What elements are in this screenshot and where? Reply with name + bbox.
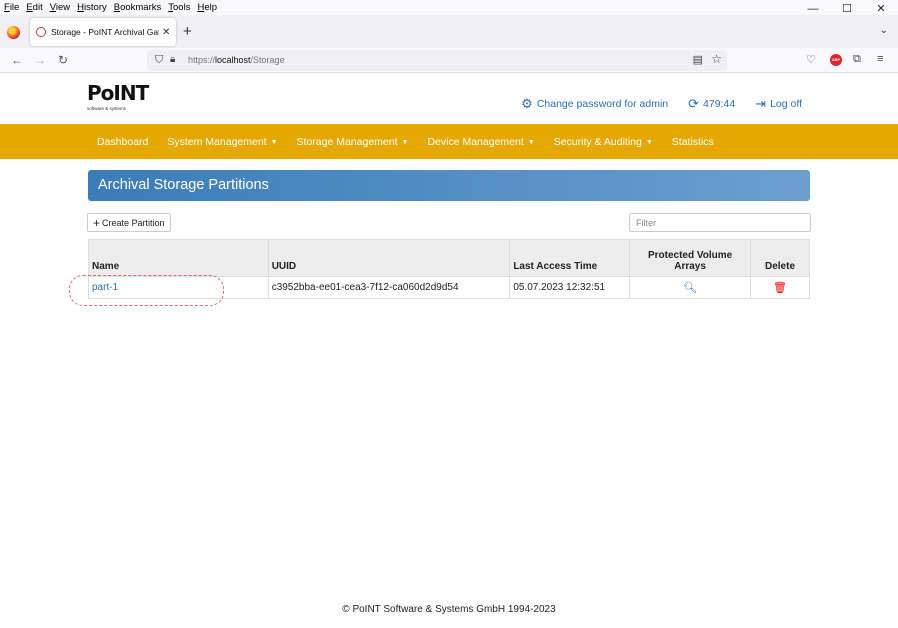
nav-security-auditing-label: Security & Auditing	[553, 135, 642, 148]
reader-view-icon[interactable]: ▤	[693, 53, 703, 66]
menu-help[interactable]: Help	[197, 2, 217, 13]
url-host: localhost	[215, 55, 251, 65]
col-header-uuid[interactable]: UUID	[267, 239, 511, 277]
menu-history[interactable]: History	[77, 2, 107, 13]
menu-file[interactable]: File	[4, 2, 19, 13]
menu-edit[interactable]: Edit	[26, 2, 42, 13]
firefox-icon[interactable]	[7, 26, 20, 39]
back-arrow-icon[interactable]: ←	[11, 52, 23, 68]
web-page: PoINT software & systems ⚙ Change passwo…	[0, 74, 898, 628]
header-links: ⚙ Change password for admin ⟳ 479:44 ⇥ L…	[501, 96, 802, 112]
caret-down-icon: ▼	[270, 138, 278, 146]
page-footer: © PoINT Software & Systems GmbH 1994-202…	[342, 604, 556, 615]
nav-device-management-label: Device Management	[427, 135, 524, 148]
cell-delete: 🗑︎	[750, 276, 810, 299]
refresh-icon: ⟳	[688, 96, 700, 111]
pva-line1: Protected Volume	[647, 250, 733, 261]
menu-edit-rest: dit	[32, 2, 43, 13]
point-logo[interactable]: PoINT software & systems	[87, 81, 149, 111]
logo-main: PoINT	[87, 81, 149, 105]
extensions-icon[interactable]: ⧉	[853, 53, 861, 66]
caret-down-icon: ▼	[645, 138, 653, 146]
plus-icon: +	[93, 216, 101, 230]
app-menu-icon[interactable]: ≡	[877, 53, 883, 65]
change-password-label: Change password for admin	[536, 98, 669, 110]
browser-menubar: File Edit View History Bookmarks Tools H…	[0, 0, 898, 15]
col-header-delete: Delete	[750, 239, 810, 277]
nav-storage-management-label: Storage Management	[296, 135, 398, 148]
session-timer-value: 479:44	[703, 98, 736, 110]
nav-system-management-label: System Management	[167, 135, 267, 148]
nav-dashboard-label: Dashboard	[97, 135, 149, 148]
change-password-link[interactable]: ⚙ Change password for admin	[521, 96, 668, 112]
url-bar[interactable]: ⛉ 🔒︎ https://localhost/Storage ▤ ☆	[147, 50, 727, 71]
menu-history-rest: istory	[84, 2, 107, 13]
url-path: /Storage	[250, 55, 285, 65]
table-header-row: Name UUID Last Access Time Protected Vol…	[88, 239, 810, 277]
cell-uuid: c3952bba-ee01-cea3-7f12-ca060d2d9d54	[267, 276, 511, 299]
nav-storage-management[interactable]: Storage Management ▼	[297, 136, 409, 148]
reload-icon[interactable]: ↻	[58, 52, 68, 68]
tab-favicon-icon	[36, 27, 46, 37]
menu-bookmarks-rest: ookmarks	[120, 2, 162, 13]
log-off-label: Log off	[770, 98, 802, 110]
nav-system-management[interactable]: System Management ▼	[167, 136, 277, 148]
pva-line2: Arrays	[674, 261, 706, 272]
create-partition-button[interactable]: + Create Partition	[87, 213, 171, 232]
gear-icon: ⚙	[521, 96, 533, 111]
forward-arrow-icon[interactable]: →	[34, 52, 46, 68]
tab-strip: Storage - PoINT Archival Gatew ✕ + ⌄	[0, 15, 898, 48]
adblock-icon[interactable]: ABP	[830, 54, 842, 66]
menu-file-rest: ile	[9, 2, 20, 13]
menu-help-rest: elp	[204, 2, 218, 13]
new-tab-plus-icon[interactable]: +	[183, 24, 192, 40]
lock-icon[interactable]: 🔒︎	[170, 54, 175, 65]
browser-tab-storage[interactable]: Storage - PoINT Archival Gatew ✕	[30, 18, 176, 46]
nav-statistics[interactable]: Statistics	[672, 136, 714, 148]
col-header-name[interactable]: Name	[88, 239, 269, 277]
tracking-shield-icon[interactable]: ⛉	[155, 54, 163, 67]
trash-icon[interactable]: 🗑︎	[773, 282, 787, 294]
menu-view[interactable]: View	[50, 2, 70, 13]
nav-device-management[interactable]: Device Management ▼	[427, 136, 534, 148]
tab-close-icon[interactable]: ✕	[162, 27, 170, 38]
nav-statistics-label: Statistics	[671, 135, 714, 148]
nav-security-auditing[interactable]: Security & Auditing ▼	[554, 136, 653, 148]
panel-title: Archival Storage Partitions	[88, 170, 810, 201]
browser-navbar: ← → ↻ ⛉ 🔒︎ https://localhost/Storage ▤ ☆…	[0, 48, 898, 73]
highlight-annotation	[69, 275, 224, 306]
filter-input[interactable]	[629, 213, 811, 232]
search-icon[interactable]: 🔍︎	[683, 282, 697, 294]
cell-last-access: 05.07.2023 12:32:51	[509, 276, 631, 299]
session-timer[interactable]: ⟳ 479:44	[688, 96, 735, 112]
logo-subtitle: software & systems	[87, 106, 127, 111]
create-partition-label: Create Partition	[102, 218, 165, 228]
tab-list-chevron-icon[interactable]: ⌄	[880, 25, 888, 36]
tab-title: Storage - PoINT Archival Gatew	[51, 27, 159, 37]
caret-down-icon: ▼	[401, 138, 409, 146]
logo-text: PoINT	[87, 81, 149, 105]
menu-tools-rest: ools	[173, 2, 191, 13]
col-header-last-access[interactable]: Last Access Time	[509, 239, 631, 277]
sign-out-icon: ⇥	[755, 96, 767, 111]
bookmark-star-icon[interactable]: ☆	[711, 52, 722, 66]
log-off-link[interactable]: ⇥ Log off	[755, 96, 802, 112]
url-text[interactable]: https://localhost/Storage	[188, 55, 285, 65]
menu-view-rest: iew	[55, 2, 71, 13]
cell-protected-volume-arrays: 🔍︎	[629, 276, 752, 299]
main-nav: Dashboard System Management ▼ Storage Man…	[0, 124, 898, 159]
menu-bookmarks[interactable]: Bookmarks	[114, 2, 162, 13]
url-prefix: https://	[188, 55, 216, 65]
caret-down-icon: ▼	[527, 138, 535, 146]
nav-dashboard[interactable]: Dashboard	[97, 136, 148, 148]
menu-tools[interactable]: Tools	[168, 2, 190, 13]
pocket-icon[interactable]: ♡	[806, 53, 816, 66]
col-header-protected-volume-arrays[interactable]: Protected Volume Arrays	[629, 239, 752, 277]
